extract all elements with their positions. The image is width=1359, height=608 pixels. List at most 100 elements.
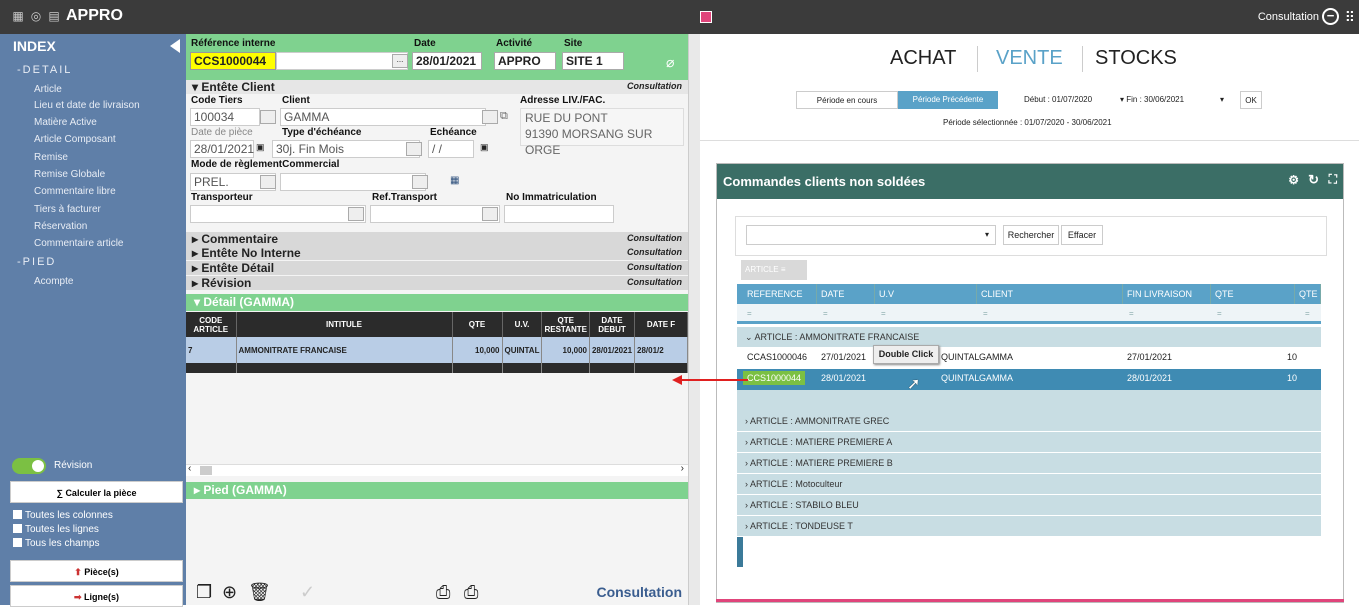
col-client[interactable]: CLIENT [977, 284, 1123, 304]
cell-code[interactable]: 7 [186, 337, 237, 363]
cell-uv[interactable]: QUINTAL [502, 337, 543, 363]
table-row[interactable]: 7 AMMONITRATE FRANCAISE 10,000 QUINTAL 1… [186, 337, 688, 363]
col-fin-livraison[interactable]: FIN LIVRAISON [1123, 284, 1211, 304]
group-row[interactable]: › ARTICLE : STABILO BLEU [737, 495, 1321, 516]
ref-transport-field[interactable] [370, 205, 500, 223]
check-all-columns[interactable]: Toutes les colonnes [13, 510, 113, 521]
client-field[interactable]: GAMMA [280, 108, 486, 126]
check-all-lines[interactable]: Toutes les lignes [13, 524, 99, 535]
check-all-fields[interactable]: Tous les champs [13, 538, 99, 549]
code-tiers-field[interactable]: 100034 [190, 108, 260, 126]
fin-dropdown-icon[interactable]: ▾ [1220, 95, 1224, 104]
date-piece-field[interactable]: 28/01/2021 [190, 140, 254, 158]
tab-vente[interactable]: VENTE [996, 47, 1063, 70]
commercial-picker[interactable] [412, 175, 428, 189]
tab-achat[interactable]: ACHAT [890, 47, 956, 70]
entete-client-bar[interactable]: ▾ Entête Client Consultation [186, 80, 688, 94]
col-qte[interactable]: QTE [452, 312, 503, 337]
echeance-field[interactable]: / / [428, 140, 474, 158]
splitter[interactable] [688, 34, 700, 605]
filter-row[interactable]: = = = = = = = [737, 304, 1321, 324]
pieces-button[interactable]: ⬆ Pièce(s) [10, 560, 183, 582]
commentaire-bar[interactable]: ▸ Commentaire Consultation [186, 232, 688, 246]
fin-field[interactable]: ▾ Fin : 30/06/2021 [1120, 95, 1184, 104]
cell-fin-livraison[interactable]: 27/01/2021 [1127, 352, 1172, 362]
periode-precedente-button[interactable]: Période Précédente [898, 91, 998, 109]
sidebar-item-composant[interactable]: Article Composant [34, 134, 116, 145]
date-field[interactable]: 28/01/2021 [412, 52, 482, 70]
cell-qte-restante[interactable]: 10,000 [541, 337, 590, 363]
site-field[interactable]: SITE 1 [562, 52, 624, 70]
col-intitule[interactable]: INTITULE [236, 312, 453, 337]
sidebar-item-remise-globale[interactable]: Remise Globale [34, 169, 105, 180]
collapse-arrow-icon[interactable] [170, 39, 180, 53]
col-uv[interactable]: U.V. [502, 312, 543, 337]
group-row[interactable]: › ARTICLE : Motoculteur [737, 474, 1321, 495]
pied-bar[interactable]: ▸ Pied (GAMMA) [186, 482, 688, 499]
debut-field[interactable]: Début : 01/07/2020 [1024, 95, 1092, 104]
refresh-icon[interactable]: ↻ [1308, 172, 1319, 188]
tab-stocks[interactable]: STOCKS [1095, 47, 1177, 70]
detail-bar[interactable]: ▾ Détail (GAMMA) [186, 294, 688, 311]
group-chip[interactable]: ARTICLE ≡ [741, 260, 807, 280]
mode-reg-picker[interactable] [260, 175, 276, 189]
cell-uv[interactable]: QUINTAL [941, 373, 979, 383]
date-piece-calendar-icon[interactable]: ▣ [256, 142, 265, 153]
transporteur-picker[interactable] [348, 207, 364, 221]
col-reference[interactable]: REFERENCE [743, 284, 817, 304]
commercial-card-icon[interactable]: ▦ [450, 175, 459, 186]
cell-intitule[interactable]: AMMONITRATE FRANCAISE [236, 337, 453, 363]
calendar-icon[interactable]: ▤ [46, 8, 62, 24]
col-qte-restante[interactable]: QTE RESTANTE [541, 312, 590, 337]
commercial-field[interactable] [280, 173, 426, 191]
echeance-calendar-icon[interactable]: ▣ [480, 142, 489, 153]
expand-icon[interactable]: ⛶ [1329, 172, 1337, 187]
sidebar-item-commentaire[interactable]: Commentaire libre [34, 186, 116, 197]
transporteur-field[interactable] [190, 205, 366, 223]
add-icon[interactable]: ⊕ [222, 582, 237, 603]
search-input[interactable]: ▾ [746, 225, 996, 245]
cell-date[interactable]: 28/01/2021 [821, 373, 866, 383]
col-date[interactable]: DATE [817, 284, 875, 304]
ref-transport-picker[interactable] [482, 207, 498, 221]
cell-uv[interactable]: QUINTAL [941, 352, 979, 362]
group-row-ammonitrate-francaise[interactable]: ⌄ ARTICLE : AMMONITRATE FRANCAISE [737, 327, 1321, 348]
periode-cours-button[interactable]: Période en cours [796, 91, 898, 109]
paperclip-icon[interactable]: ⌀ [666, 54, 674, 71]
sidebar-item-acompte[interactable]: Acompte [34, 276, 73, 287]
group-row[interactable]: › ARTICLE : MATIERE PREMIERE B [737, 453, 1321, 474]
search-button[interactable]: Rechercher [1003, 225, 1059, 245]
ref-field[interactable]: CCS1000044 [190, 52, 276, 70]
sidebar-item-reservation[interactable]: Réservation [34, 221, 87, 232]
trash-icon[interactable]: 🗑 [248, 582, 271, 603]
col-qte[interactable]: QTE [1295, 284, 1321, 304]
col-date-fin[interactable]: DATE F [634, 312, 688, 337]
ref-field-ext[interactable] [276, 52, 408, 70]
grid-menu-icon[interactable]: ⠿ [1345, 9, 1355, 26]
group-row[interactable]: › ARTICLE : MATIERE PREMIERE A [737, 432, 1321, 453]
horizontal-scrollbar[interactable]: ‹ › [186, 463, 688, 476]
ok-button[interactable]: OK [1240, 91, 1262, 109]
toggle-switch[interactable] [12, 458, 46, 474]
client-picker[interactable] [482, 110, 498, 124]
group-row[interactable]: › ARTICLE : AMMONITRATE GREC [737, 411, 1321, 432]
table-row[interactable]: CCAS1000046 27/01/2021 QUINTAL GAMMA 27/… [737, 348, 1321, 369]
table-row-selected[interactable]: CCS1000044 28/01/2021 QUINTAL GAMMA 28/0… [737, 369, 1321, 390]
cell-client[interactable]: GAMMA [979, 352, 1013, 362]
calculate-button[interactable]: ∑ Calculer la pièce [10, 481, 183, 503]
sidebar-item-tiers[interactable]: Tiers à facturer [34, 204, 101, 215]
code-tiers-picker[interactable] [260, 110, 276, 124]
app-icon[interactable]: ▦ [10, 8, 26, 24]
cell-reference[interactable]: CCS1000044 [743, 371, 806, 385]
type-ech-field[interactable]: 30j. Fin Mois [272, 140, 420, 158]
cell-qte[interactable]: 10 [1287, 352, 1297, 362]
cell-qte[interactable]: 10 [1287, 373, 1297, 383]
settings-icon[interactable]: ⚙ [1288, 173, 1299, 187]
immat-field[interactable] [504, 205, 614, 223]
ref-picker-button[interactable]: ... [392, 54, 408, 68]
print-icon[interactable]: ⎙ [436, 582, 450, 603]
col-date-debut[interactable]: DATE DEBUT [589, 312, 636, 337]
cell-date[interactable]: 27/01/2021 [821, 352, 866, 362]
col-qte-commandee[interactable]: QTE COMMANDEE [1211, 284, 1295, 319]
cell-date-fin[interactable]: 28/01/2 [634, 337, 688, 363]
